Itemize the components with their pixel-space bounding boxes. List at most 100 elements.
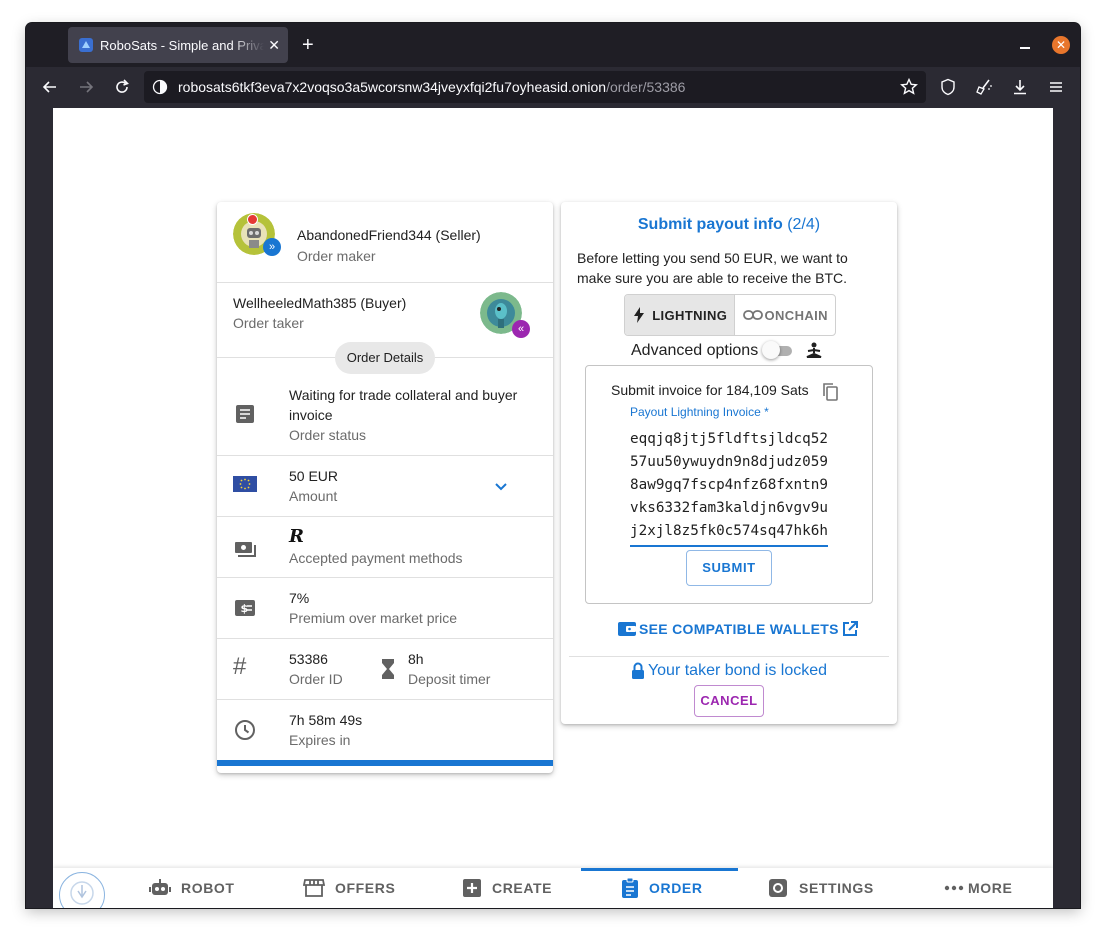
copy-icon[interactable] [820, 382, 840, 402]
invoice-title: Submit invoice for 184,109 Sats [611, 382, 809, 398]
robot-icon [149, 879, 171, 895]
nav-settings[interactable]: SETTINGS [767, 868, 874, 908]
self-improvement-icon [806, 342, 822, 358]
maker-row: » AbandonedFriend344 (Seller) Order make… [217, 202, 553, 283]
url-domain: robosats6tkf3eva7x2voqso3a5wcorsnw34jvey… [178, 79, 607, 95]
cancel-button[interactable]: CANCEL [694, 685, 764, 717]
deposit-timer-label: Deposit timer [408, 671, 491, 687]
invoice-field-label: Payout Lightning Invoice * [630, 405, 769, 419]
navigation-bar: robosats6tkf3eva7x2voqso3a5wcorsnw34jvey… [26, 67, 1080, 107]
new-identity-broom-icon[interactable] [974, 77, 994, 97]
payout-step: (2/4) [787, 216, 821, 233]
lightning-label: LIGHTNING [652, 307, 728, 323]
assignment-icon [622, 877, 638, 898]
nav-robot[interactable]: ROBOT [149, 868, 235, 908]
robosats-favicon-icon [79, 38, 93, 52]
taker-role: Order taker [233, 315, 304, 331]
amount-value: 50 EUR [289, 468, 339, 484]
lightning-toggle-button[interactable]: LIGHTNING [625, 295, 736, 335]
order-summary-card: » AbandonedFriend344 (Seller) Order make… [217, 202, 553, 773]
robosats-logo[interactable] [59, 872, 105, 908]
payout-description: Before letting you send 50 EUR, we want … [577, 250, 848, 286]
minimize-icon[interactable] [1020, 47, 1030, 49]
nav-more-label: MORE [968, 880, 1013, 896]
reload-icon[interactable] [112, 77, 132, 97]
maker-role: Order maker [297, 248, 376, 264]
tab-close-icon[interactable]: ✕ [268, 37, 280, 53]
wallet-icon [618, 622, 636, 636]
new-tab-icon[interactable]: + [302, 35, 314, 55]
order-id-value: 53386 [289, 651, 328, 667]
hourglass-icon [382, 659, 394, 679]
bookmark-star-icon[interactable] [899, 77, 919, 97]
expiry-progress-bar [217, 760, 553, 766]
taker-direction-icon: « [512, 320, 530, 338]
price-change-icon: $ [235, 600, 255, 616]
payments-icon [235, 542, 256, 557]
download-icon[interactable] [1010, 77, 1030, 97]
robosats-logo-icon [70, 881, 94, 905]
browser-window: RoboSats - Simple and Private ✕ + ✕ robo… [26, 23, 1080, 908]
advanced-options-switch[interactable] [762, 341, 794, 359]
submit-button[interactable]: SUBMIT [686, 550, 772, 586]
order-id-label: Order ID [289, 671, 343, 687]
invoice-box: Submit invoice for 184,109 Sats Payout L… [585, 365, 873, 604]
advanced-options: Advanced options [631, 341, 824, 360]
premium-value: 7% [289, 590, 310, 606]
amount-row[interactable]: 50 EUR Amount [217, 456, 553, 517]
nav-create-label: CREATE [492, 880, 553, 896]
open-in-new-icon [842, 621, 858, 636]
order-status-label: Order status [289, 427, 367, 443]
shield-icon[interactable] [938, 77, 958, 97]
order-status-value: Waiting for trade collateral and buyer i… [289, 387, 518, 423]
address-bar[interactable]: robosats6tkf3eva7x2voqso3a5wcorsnw34jvey… [144, 71, 926, 103]
payment-methods-label: Accepted payment methods [289, 550, 463, 566]
menu-hamburger-icon[interactable] [1046, 77, 1066, 97]
onchain-toggle-button[interactable]: ONCHAIN [735, 295, 835, 335]
deposit-timer-value: 8h [408, 651, 424, 667]
revolut-logo: R [289, 526, 304, 547]
nav-order[interactable]: ORDER [621, 868, 703, 908]
browser-tab[interactable]: RoboSats - Simple and Private ✕ [68, 27, 288, 63]
add-box-icon [463, 879, 481, 897]
lock-icon [631, 662, 644, 679]
payout-card: Submit payout info (2/4) Before letting … [561, 202, 897, 724]
svg-text:$: $ [241, 602, 249, 615]
expires-value: 7h 58m 49s [289, 712, 363, 728]
amount-label: Amount [289, 488, 338, 504]
bottom-navigation: ROBOT OFFERS CREATE ORDER SETTINGS MORE [53, 868, 1053, 908]
order-details-chip[interactable]: Order Details [335, 342, 435, 374]
payout-method-toggle: LIGHTNING ONCHAIN [624, 294, 836, 336]
storefront-icon [303, 879, 325, 897]
invoice-input[interactable]: eqqjq8jtj5fldftsjldcq5257uu50ywuydn9n8dj… [630, 428, 828, 547]
more-horiz-icon [944, 885, 964, 891]
clock-icon [235, 720, 255, 740]
nav-order-label: ORDER [649, 880, 703, 896]
nav-robot-label: ROBOT [181, 880, 235, 896]
payment-method-row: R Accepted payment methods [217, 517, 553, 578]
taker-name: WellheeledMath385 (Buyer) [233, 295, 407, 311]
nav-settings-label: SETTINGS [799, 880, 874, 896]
page-viewport: » AbandonedFriend344 (Seller) Order make… [53, 108, 1053, 908]
payout-divider [569, 656, 889, 657]
expand-more-icon[interactable] [491, 476, 511, 496]
nav-offers[interactable]: OFFERS [303, 868, 395, 908]
bolt-icon [634, 307, 645, 323]
back-icon[interactable] [40, 77, 60, 97]
switch-thumb [762, 341, 781, 359]
expires-label: Expires in [289, 732, 351, 748]
window-close-icon[interactable]: ✕ [1052, 36, 1070, 54]
status-row: Waiting for trade collateral and buyer i… [217, 374, 553, 456]
onchain-label: ONCHAIN [764, 307, 828, 323]
payout-title-text: Submit payout info [637, 216, 783, 233]
article-icon [236, 405, 254, 423]
forward-icon[interactable] [76, 77, 96, 97]
premium-row: $ 7% Premium over market price [217, 578, 553, 639]
see-compatible-wallets-link[interactable]: SEE COMPATIBLE WALLETS [617, 620, 859, 638]
tab-title: RoboSats - Simple and Private [100, 37, 264, 53]
nav-more[interactable]: MORE [944, 868, 1012, 908]
eu-flag-icon [233, 476, 257, 492]
payout-title: Submit payout info (2/4) [561, 216, 897, 234]
nav-create[interactable]: CREATE [462, 868, 552, 908]
maker-name: AbandonedFriend344 (Seller) [297, 227, 481, 243]
